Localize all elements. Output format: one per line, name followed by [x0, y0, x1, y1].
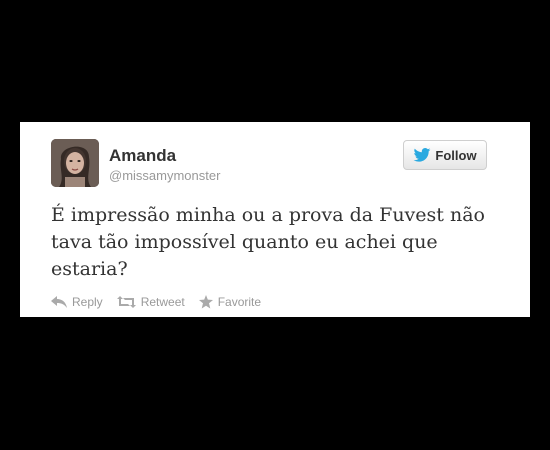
- page-background: Amanda @missamymonster Follow É impressã…: [0, 0, 550, 450]
- author-name[interactable]: Amanda: [109, 146, 176, 166]
- reply-arrow-icon: [51, 296, 67, 308]
- reply-button[interactable]: Reply: [51, 295, 103, 309]
- tweet-text: É impressão minha ou a prova da Fuvest n…: [51, 204, 485, 280]
- avatar-image: [51, 139, 99, 187]
- follow-button[interactable]: Follow: [403, 140, 487, 170]
- retweet-label: Retweet: [140, 295, 185, 309]
- twitter-bird-icon: [413, 148, 431, 162]
- author-handle[interactable]: @missamymonster: [109, 168, 220, 184]
- follow-label: Follow: [435, 147, 477, 163]
- tweet-actions: Reply Retweet Favorite: [51, 295, 261, 309]
- avatar[interactable]: [51, 139, 99, 187]
- favorite-label: Favorite: [217, 295, 262, 309]
- favorite-button[interactable]: Favorite: [198, 295, 262, 309]
- retweet-button[interactable]: Retweet: [116, 295, 185, 309]
- retweet-icon: [116, 296, 136, 308]
- star-icon: [198, 295, 213, 309]
- tweet-card: Amanda @missamymonster Follow É impressã…: [20, 122, 530, 317]
- reply-label: Reply: [72, 295, 103, 309]
